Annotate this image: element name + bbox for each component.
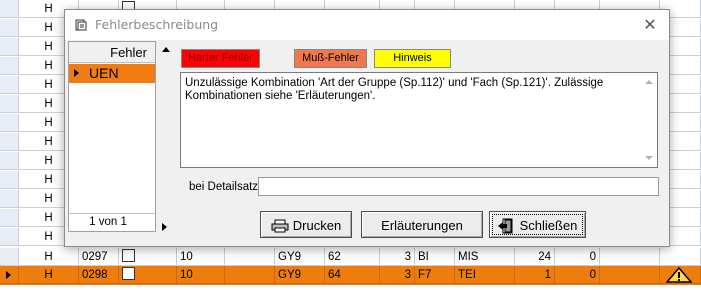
explanations-button[interactable]: Erläuterungen	[361, 211, 483, 238]
next-record-icon[interactable]	[162, 223, 167, 231]
error-list[interactable]: Fehler UEN 1 von 1	[68, 41, 156, 232]
warning-icon[interactable]	[660, 266, 701, 284]
message-scrollbar[interactable]	[642, 74, 656, 166]
table-cell[interactable]: 64	[325, 266, 380, 284]
table-cell[interactable]: 10	[177, 266, 225, 284]
detail-record-field[interactable]	[258, 177, 659, 196]
legend-must-error: Muß-Fehler	[294, 49, 367, 68]
dialog-titlebar[interactable]: Fehlerbeschreibung ✕	[65, 10, 669, 40]
pager-text: 1 von 1	[89, 216, 127, 228]
print-button-label: Drucken	[292, 218, 342, 234]
table-cell[interactable]	[225, 266, 275, 284]
table-cell[interactable]	[660, 248, 701, 266]
table-cell[interactable]	[0, 190, 19, 208]
table-cell[interactable]: 0	[555, 248, 600, 266]
row-pointer-icon	[74, 69, 79, 77]
table-cell[interactable]	[0, 152, 19, 170]
table-cell[interactable]: 10	[177, 248, 225, 266]
error-description-dialog: Fehlerbeschreibung ✕ Fehler UEN 1 von 1 …	[64, 9, 670, 247]
explanations-button-label: Erläuterungen	[381, 218, 463, 234]
table-cell[interactable]: 0	[555, 266, 600, 284]
table-cell[interactable]	[0, 209, 19, 227]
table-cell[interactable]: BI	[415, 248, 455, 266]
dialog-title: Fehlerbeschreibung	[95, 17, 219, 32]
print-button[interactable]: Drucken	[260, 211, 352, 238]
table-cell[interactable]: TEI	[455, 266, 515, 284]
exit-door-icon	[497, 218, 513, 234]
error-code: UEN	[89, 65, 119, 81]
table-cell[interactable]: H	[19, 248, 79, 266]
table-cell[interactable]: 3	[380, 248, 415, 266]
table-cell[interactable]	[0, 19, 19, 37]
scroll-up-icon[interactable]	[162, 47, 170, 52]
table-cell[interactable]	[0, 76, 19, 94]
table-row[interactable]: H 0297 10 GY9 62 3 BI MIS 24 0	[0, 248, 701, 267]
table-cell[interactable]	[0, 171, 19, 189]
row-checkbox[interactable]	[122, 249, 135, 263]
table-cell[interactable]: 62	[325, 248, 380, 266]
table-cell[interactable]	[600, 248, 660, 266]
scroll-up-icon[interactable]	[645, 80, 653, 84]
close-button-label: Schließen	[519, 218, 578, 234]
table-cell[interactable]: H	[19, 266, 79, 284]
row-pointer-icon	[6, 271, 11, 279]
table-cell[interactable]	[225, 248, 275, 266]
table-cell[interactable]	[0, 248, 19, 266]
table-cell-checkbox[interactable]	[119, 248, 177, 266]
table-cell[interactable]: GY9	[275, 266, 325, 284]
close-button[interactable]: Schließen	[489, 211, 586, 238]
close-icon[interactable]: ✕	[639, 14, 661, 36]
table-cell[interactable]: F7	[415, 266, 455, 284]
table-cell[interactable]: 24	[515, 248, 555, 266]
table-cell-checkbox[interactable]	[119, 266, 177, 284]
table-cell[interactable]	[0, 95, 19, 113]
table-cell[interactable]: 1	[515, 266, 555, 284]
error-list-header: Fehler	[69, 42, 155, 63]
table-cell[interactable]	[0, 38, 19, 56]
table-cell[interactable]	[0, 133, 19, 151]
detail-record-label: bei Detailsatz:	[189, 181, 262, 193]
table-row[interactable]: H 0298 10 GY9 64 3 F7 TEI 1 0	[0, 266, 701, 285]
legend-hint: Hinweis	[374, 49, 451, 68]
list-item[interactable]: UEN	[69, 64, 155, 83]
table-cell[interactable]	[0, 0, 19, 18]
table-cell[interactable]: 3	[380, 266, 415, 284]
app-icon	[75, 19, 87, 31]
record-pager: 1 von 1	[69, 213, 155, 231]
table-cell[interactable]: 0297	[79, 248, 119, 266]
printer-icon	[271, 219, 289, 233]
table-cell[interactable]: GY9	[275, 248, 325, 266]
error-list-header-label: Fehler	[110, 45, 147, 60]
error-message-text[interactable]: Unzulässige Kombination 'Art der Gruppe …	[180, 72, 658, 168]
table-cell[interactable]: 0298	[79, 266, 119, 284]
legend-hard-error: Harter Fehler	[181, 49, 260, 68]
table-cell[interactable]	[0, 114, 19, 132]
table-cell[interactable]	[0, 228, 19, 246]
table-cell[interactable]: MIS	[455, 248, 515, 266]
row-pointer-cell[interactable]	[0, 266, 19, 284]
table-cell[interactable]	[0, 57, 19, 75]
row-checkbox[interactable]	[122, 267, 135, 281]
error-message: Unzulässige Kombination 'Art der Gruppe …	[185, 77, 604, 102]
scroll-down-icon[interactable]	[645, 156, 653, 160]
table-cell[interactable]	[600, 266, 660, 284]
